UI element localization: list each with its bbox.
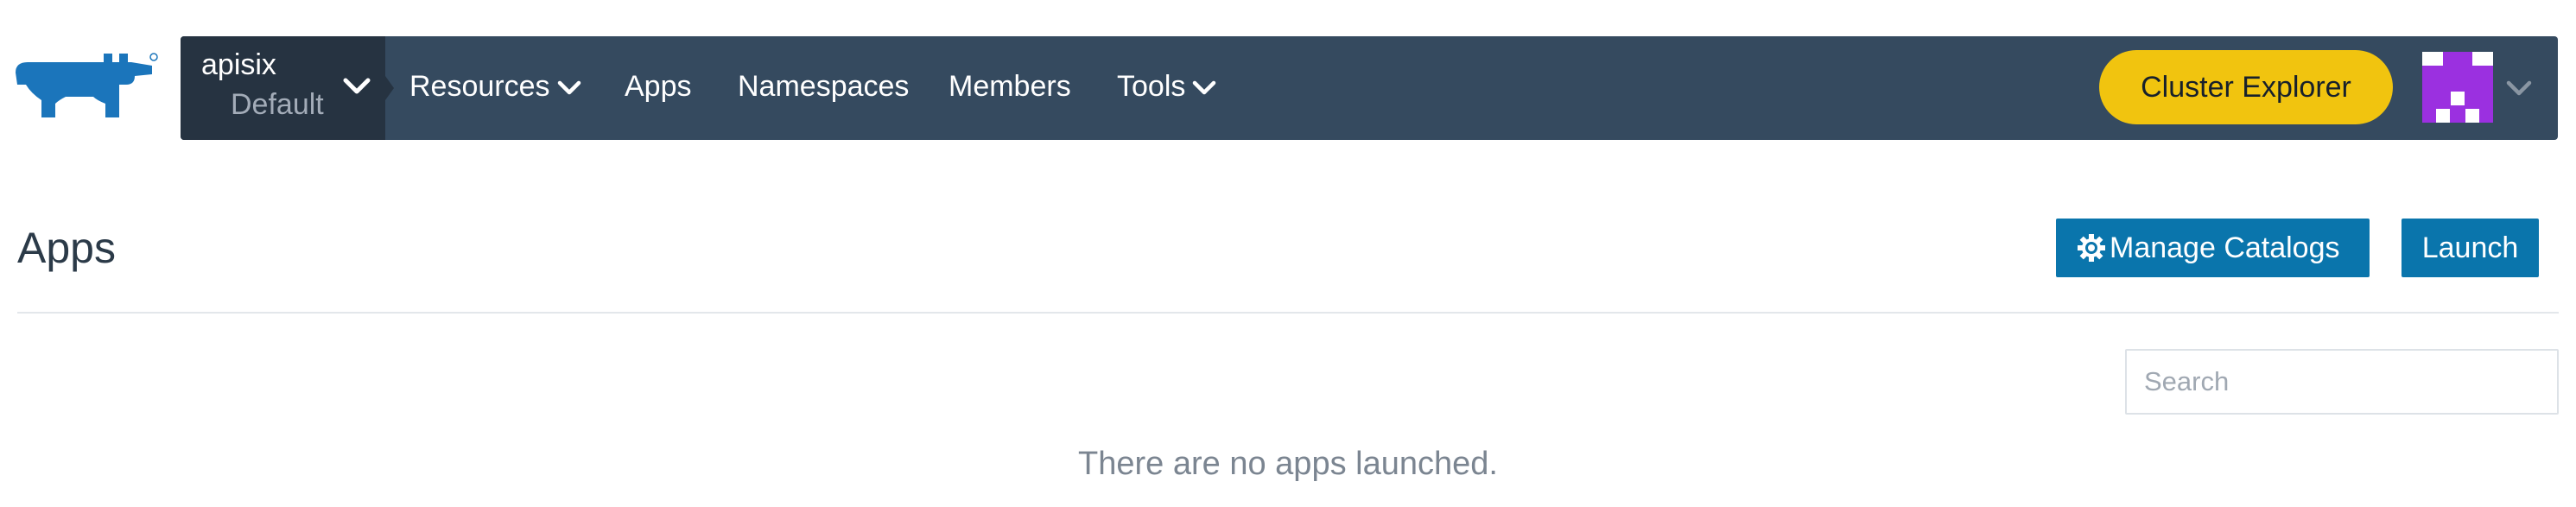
header-divider — [17, 312, 2559, 314]
chevron-down-icon — [1193, 80, 1216, 95]
empty-state-message: There are no apps launched. — [1078, 446, 1498, 482]
launch-button[interactable]: Launch — [2402, 219, 2539, 277]
manage-catalogs-label: Manage Catalogs — [2110, 231, 2340, 264]
nav-item-namespaces[interactable]: Namespaces — [738, 69, 909, 104]
rancher-logo-icon[interactable] — [14, 50, 159, 128]
page-title: Apps — [17, 224, 116, 272]
chevron-down-icon — [343, 78, 371, 94]
context-switcher-notch — [385, 76, 394, 100]
chevron-down-icon — [557, 80, 581, 95]
nav-item-label: Tools — [1117, 70, 1186, 103]
nav-item-resources[interactable]: Resources — [409, 69, 581, 104]
nav-item-apps[interactable]: Apps — [625, 69, 692, 104]
user-avatar-icon[interactable] — [2422, 52, 2493, 123]
cluster-explorer-button[interactable]: Cluster Explorer — [2099, 50, 2393, 124]
search-input[interactable] — [2125, 349, 2559, 415]
context-project-name: Default — [231, 88, 324, 121]
nav-item-members[interactable]: Members — [949, 69, 1071, 104]
nav-item-label: Resources — [409, 70, 550, 103]
top-navbar: apisix Default Resources Apps Namespaces… — [181, 36, 2558, 140]
nav-item-label: Apps — [625, 70, 692, 103]
nav-item-tools[interactable]: Tools — [1117, 69, 1216, 104]
chevron-down-icon[interactable] — [2506, 79, 2532, 97]
manage-catalogs-button[interactable]: Manage Catalogs — [2056, 219, 2370, 277]
context-switcher[interactable]: apisix Default — [181, 36, 385, 140]
gear-icon — [2078, 234, 2105, 262]
context-cluster-name: apisix — [201, 48, 276, 81]
nav-item-label: Members — [949, 70, 1071, 103]
nav-item-label: Namespaces — [738, 70, 910, 103]
